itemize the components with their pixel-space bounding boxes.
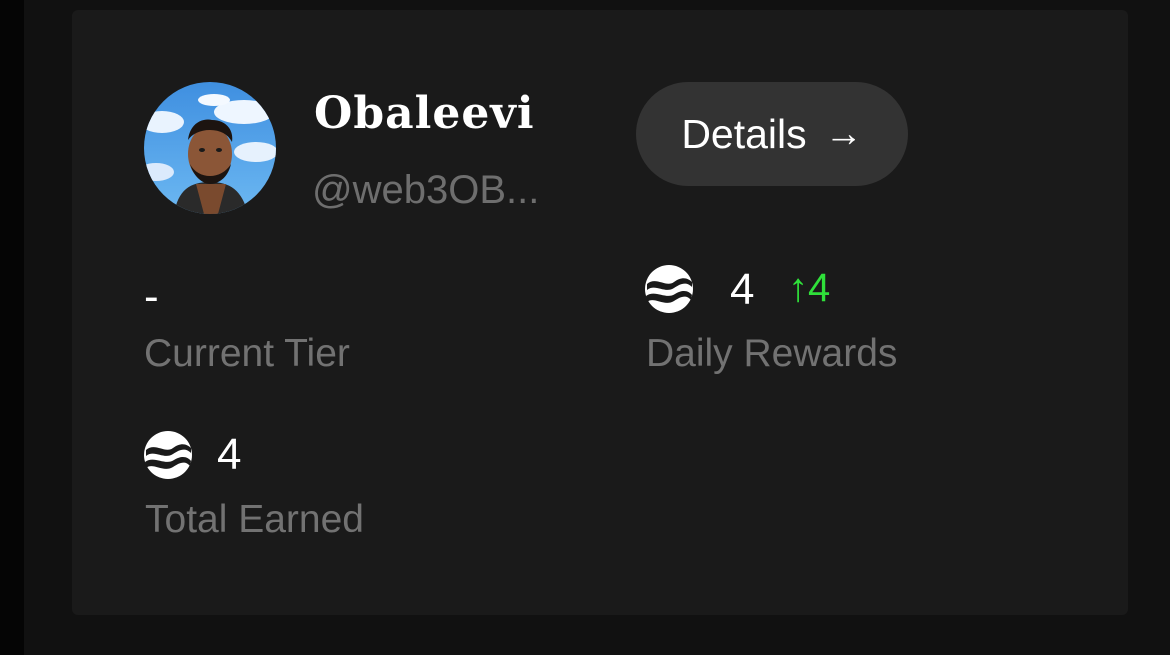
- arrow-up-icon: ↑: [788, 266, 808, 310]
- current-tier-label: Current Tier: [144, 332, 350, 375]
- profile-rewards-card: Obaleevi @web3OB... Details → - Current …: [72, 10, 1128, 615]
- user-handle: @web3OB...: [312, 168, 540, 212]
- total-earned-label: Total Earned: [145, 498, 364, 541]
- avatar-image: [144, 82, 276, 214]
- left-edge-strip: [0, 0, 24, 655]
- current-tier-value: -: [144, 272, 159, 321]
- daily-rewards-delta-value: 4: [808, 266, 831, 310]
- token-coin-icon: [645, 265, 693, 313]
- display-name: Obaleevi: [314, 88, 535, 139]
- daily-rewards-value: 4: [730, 265, 755, 314]
- total-earned-value: 4: [217, 430, 242, 479]
- daily-rewards-label: Daily Rewards: [646, 332, 898, 375]
- arrow-right-icon: →: [824, 113, 863, 155]
- token-coin-icon: [144, 431, 192, 479]
- details-button[interactable]: Details →: [636, 82, 908, 186]
- daily-rewards-delta: ↑4: [788, 266, 830, 311]
- avatar[interactable]: [144, 82, 276, 214]
- app-frame: Obaleevi @web3OB... Details → - Current …: [0, 0, 1170, 655]
- details-button-label: Details: [681, 110, 807, 157]
